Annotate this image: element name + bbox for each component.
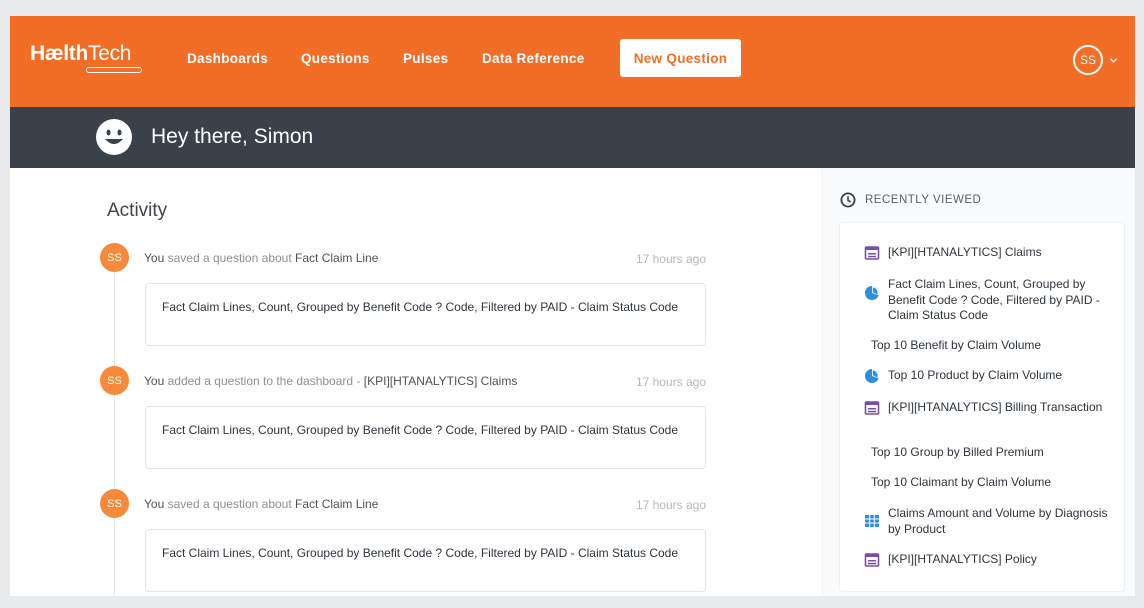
activity-title: Activity bbox=[107, 200, 168, 221]
recently-viewed-title: RECENTLY VIEWED bbox=[865, 194, 982, 206]
recent-item-label: Claims Amount and Volume by Diagnosis by… bbox=[888, 506, 1108, 536]
recent-item-label: [KPI][HTANALYTICS] Billing Transaction bbox=[888, 400, 1103, 414]
recently-viewed-list: [KPI][HTANALYTICS] Claims Fact Claim Lin… bbox=[839, 222, 1125, 592]
recent-item-label: [KPI][HTANALYTICS] Policy bbox=[888, 552, 1037, 566]
new-question-button[interactable]: New Question bbox=[620, 39, 741, 77]
activity-target[interactable]: [KPI][HTANALYTICS] Claims bbox=[364, 374, 518, 388]
recent-item[interactable]: [KPI][HTANALYTICS] Billing Transaction bbox=[864, 400, 1114, 416]
activity-description: You saved a question about Fact Claim Li… bbox=[144, 251, 378, 265]
recent-item-label: Top 10 Claimant by Claim Volume bbox=[871, 475, 1052, 489]
activity-actor: You bbox=[144, 251, 165, 265]
activity-time: 17 hours ago bbox=[635, 375, 706, 389]
recent-item[interactable]: Fact Claim Lines, Count, Grouped by Bene… bbox=[864, 277, 1114, 324]
healthtech-logo[interactable]: HælthTech bbox=[30, 42, 131, 66]
activity-avatar: SS bbox=[100, 489, 129, 518]
timeline-connector bbox=[114, 272, 115, 368]
dashboard-icon bbox=[864, 401, 880, 415]
user-menu[interactable]: SS bbox=[1073, 45, 1118, 75]
activity-target[interactable]: Fact Claim Line bbox=[295, 251, 378, 265]
activity-question-card[interactable]: Fact Claim Lines, Count, Grouped by Bene… bbox=[145, 529, 706, 592]
app-window: HælthTech Dashboards Questions Pulses Da… bbox=[10, 16, 1135, 596]
dashboard-icon bbox=[864, 246, 880, 260]
recent-item-label: Fact Claim Lines, Count, Grouped by Bene… bbox=[888, 277, 1100, 322]
logo-text-light: Tech bbox=[88, 42, 132, 65]
greeting-text: Hey there, Simon bbox=[151, 125, 314, 148]
recent-item-label: Top 10 Group by Billed Premium bbox=[871, 445, 1044, 459]
greeting-bar: Hey there, Simon bbox=[10, 107, 1135, 168]
activity-verb: saved a question about bbox=[167, 497, 292, 511]
nav-link-pulses[interactable]: Pulses bbox=[403, 51, 448, 66]
recent-item-label: Top 10 Benefit by Claim Volume bbox=[871, 338, 1042, 352]
activity-time: 17 hours ago bbox=[635, 252, 706, 266]
activity-verb: saved a question about bbox=[167, 251, 292, 265]
recent-item-label: [KPI][HTANALYTICS] Claims bbox=[888, 245, 1042, 259]
activity-panel: Activity SS You saved a question about F… bbox=[10, 168, 822, 596]
nav-link-data-reference[interactable]: Data Reference bbox=[482, 51, 585, 66]
pie-chart-icon bbox=[865, 286, 879, 300]
recent-item[interactable]: Top 10 Product by Claim Volume bbox=[864, 368, 1114, 384]
timeline-connector bbox=[114, 395, 115, 491]
activity-description: You saved a question about Fact Claim Li… bbox=[144, 497, 378, 511]
recently-viewed-sidebar: RECENTLY VIEWED [KPI][HTANALYTICS] Claim… bbox=[822, 168, 1135, 596]
table-icon bbox=[865, 515, 879, 527]
chevron-down-icon bbox=[1109, 57, 1118, 63]
pie-chart-icon bbox=[865, 369, 879, 383]
activity-avatar: SS bbox=[100, 243, 129, 272]
nav-link-questions[interactable]: Questions bbox=[301, 51, 370, 66]
logo-tagline-badge bbox=[86, 67, 142, 73]
dashboard-icon bbox=[864, 553, 880, 567]
recent-item[interactable]: [KPI][HTANALYTICS] Claims bbox=[864, 245, 1114, 261]
activity-verb: added a question to the dashboard - bbox=[167, 374, 361, 388]
timeline-connector bbox=[114, 518, 115, 596]
user-avatar: SS bbox=[1073, 45, 1103, 75]
activity-target[interactable]: Fact Claim Line bbox=[295, 497, 378, 511]
logo-text-bold: Hælth bbox=[30, 42, 88, 65]
recent-item[interactable]: Top 10 Group by Billed Premium bbox=[871, 445, 1121, 461]
recent-item[interactable]: Claims Amount and Volume by Diagnosis by… bbox=[864, 506, 1114, 537]
smiley-icon bbox=[96, 119, 132, 155]
activity-time: 17 hours ago bbox=[635, 498, 706, 512]
recent-item[interactable]: [KPI][HTANALYTICS] Policy bbox=[864, 552, 1114, 568]
activity-actor: You bbox=[144, 374, 165, 388]
recently-viewed-header: RECENTLY VIEWED bbox=[840, 192, 981, 208]
activity-description: You added a question to the dashboard - … bbox=[144, 374, 517, 388]
nav-link-dashboards[interactable]: Dashboards bbox=[187, 51, 268, 66]
clock-icon bbox=[840, 192, 856, 208]
recent-item[interactable]: Top 10 Benefit by Claim Volume bbox=[871, 338, 1121, 354]
recent-item[interactable]: Top 10 Claimant by Claim Volume bbox=[871, 475, 1121, 491]
top-nav: HælthTech Dashboards Questions Pulses Da… bbox=[10, 16, 1135, 107]
recent-item-label: Top 10 Product by Claim Volume bbox=[888, 368, 1063, 382]
activity-question-card[interactable]: Fact Claim Lines, Count, Grouped by Bene… bbox=[145, 283, 706, 346]
activity-actor: You bbox=[144, 497, 165, 511]
activity-avatar: SS bbox=[100, 366, 129, 395]
activity-question-card[interactable]: Fact Claim Lines, Count, Grouped by Bene… bbox=[145, 406, 706, 469]
